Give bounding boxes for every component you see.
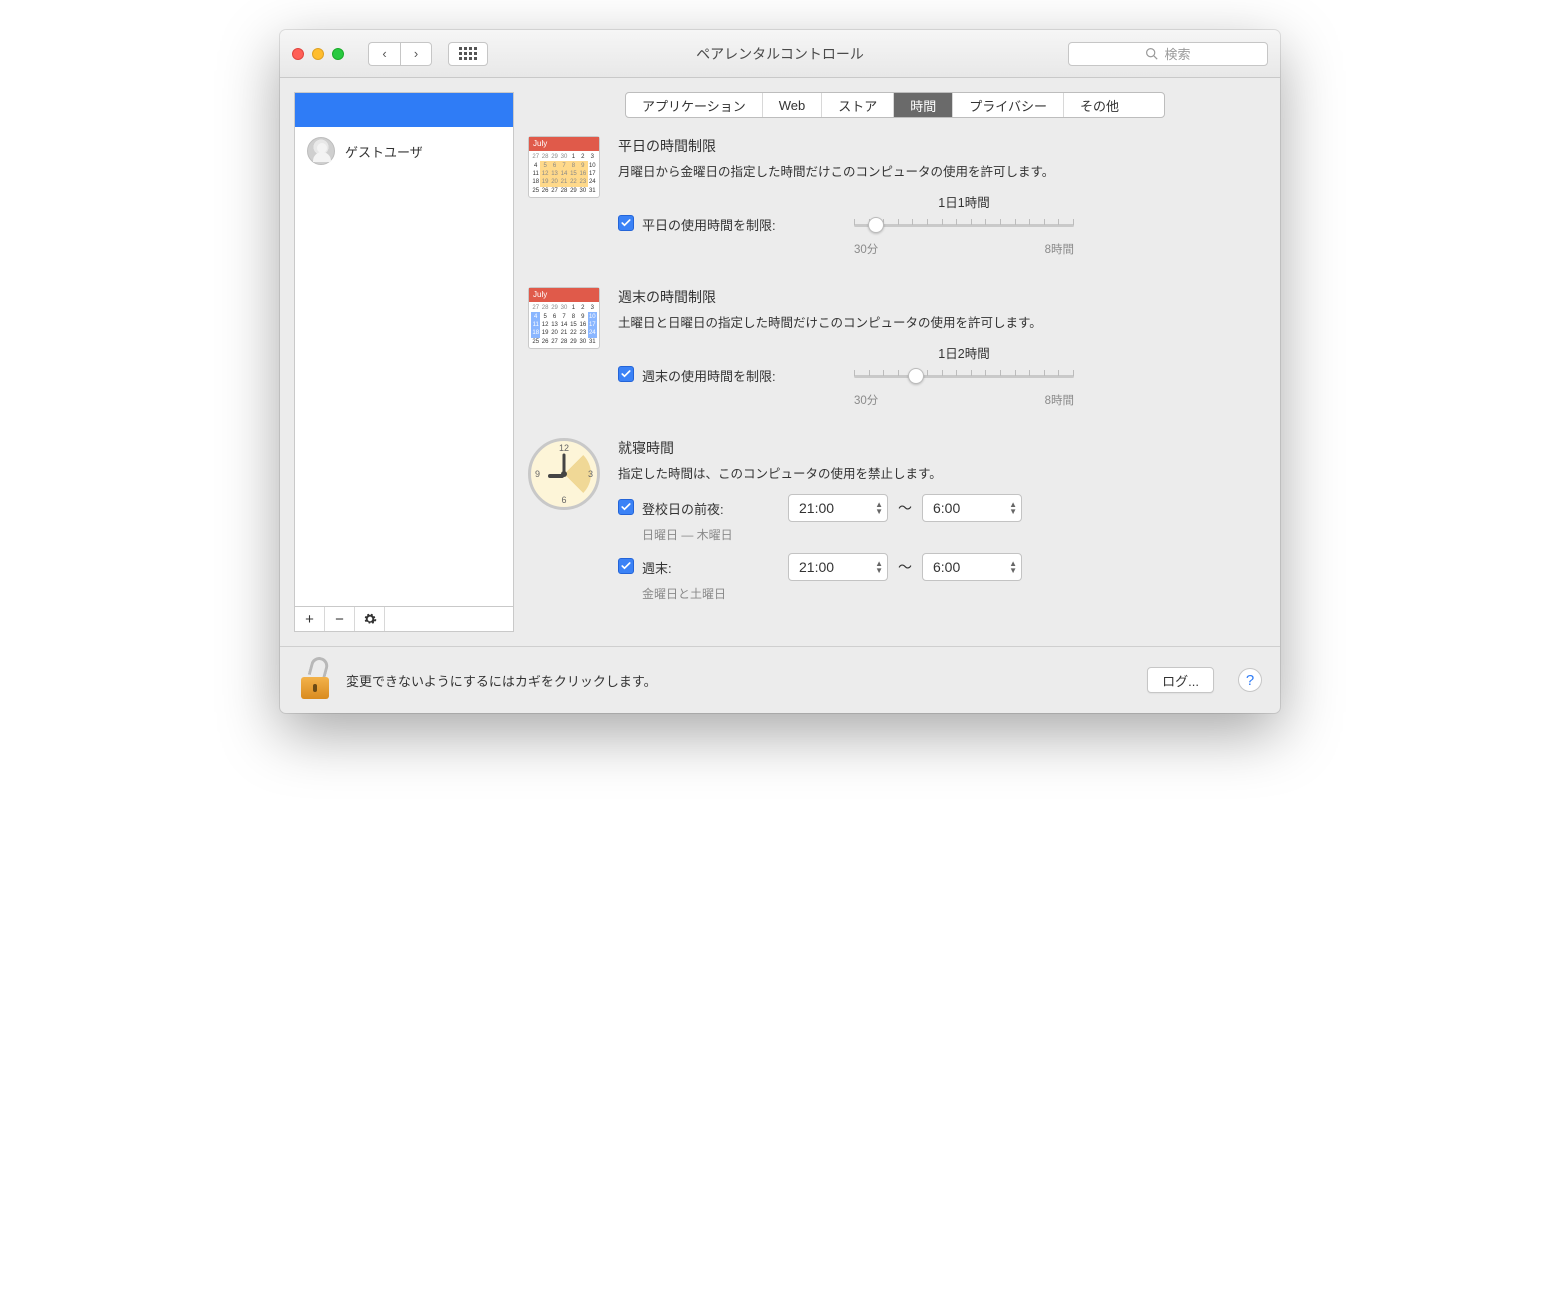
slider-min-label: 30分	[854, 241, 878, 257]
content-pane: アプリケーション Web ストア 時間 プライバシー その他 July 2728…	[514, 78, 1280, 646]
weekend-night-label: 週末:	[642, 558, 672, 577]
weekend-check-label: 週末の使用時間を制限:	[642, 366, 776, 385]
forward-button[interactable]: ›	[400, 42, 432, 66]
sidebar-item-label: ゲストユーザ	[345, 142, 423, 161]
time-separator: 〜	[898, 557, 912, 577]
weekend-limit-checkbox[interactable]	[618, 366, 634, 382]
bedtime-title: 就寝時間	[618, 438, 1262, 458]
titlebar: ‹ › ペアレンタルコントロール 検索	[280, 30, 1280, 78]
school-night-checkbox[interactable]	[618, 499, 634, 515]
close-icon[interactable]	[292, 48, 304, 60]
weekend-title: 週末の時間制限	[618, 287, 1262, 307]
weekend-section: July 27282930123 45678910 11121314151617…	[528, 287, 1262, 408]
time-separator: 〜	[898, 498, 912, 518]
tab-time[interactable]: 時間	[894, 93, 953, 117]
avatar-icon	[307, 137, 335, 165]
weekday-title: 平日の時間制限	[618, 136, 1262, 156]
grid-icon	[459, 47, 477, 60]
stepper-icon[interactable]: ▲▼	[875, 501, 883, 515]
calendar-icon: July 27282930123 45678910 11121314151617…	[528, 287, 600, 349]
tab-bar: アプリケーション Web ストア 時間 プライバシー その他	[625, 92, 1165, 118]
sidebar-toolbar: + −	[295, 606, 513, 632]
weekday-limit-checkbox[interactable]	[618, 215, 634, 231]
weekend-to-input[interactable]: 6:00 ▲▼	[922, 553, 1022, 581]
check-icon	[620, 560, 632, 572]
show-all-button[interactable]	[448, 42, 488, 66]
weekend-from-input[interactable]: 21:00 ▲▼	[788, 553, 888, 581]
add-user-button[interactable]: +	[295, 607, 325, 631]
zoom-icon[interactable]	[332, 48, 344, 60]
bedtime-section: 12 3 6 9 就寝時間 指定した時間は、このコンピュータの使用を禁止します。	[528, 438, 1262, 602]
check-icon	[620, 217, 632, 229]
remove-user-button[interactable]: −	[325, 607, 355, 631]
stepper-icon[interactable]: ▲▼	[1009, 501, 1017, 515]
weekday-slider[interactable]: 1日1時間 30分 8時間	[854, 192, 1074, 257]
search-input[interactable]: 検索	[1068, 42, 1268, 66]
gear-button[interactable]	[355, 607, 385, 631]
gear-icon	[363, 612, 377, 626]
tab-other[interactable]: その他	[1064, 93, 1135, 117]
tab-web[interactable]: Web	[763, 93, 823, 117]
check-icon	[620, 368, 632, 380]
tab-store[interactable]: ストア	[822, 93, 894, 117]
lock-icon[interactable]	[298, 661, 332, 699]
sidebar-item-guest[interactable]: ゲストユーザ	[295, 127, 513, 175]
bedtime-desc: 指定した時間は、このコンピュータの使用を禁止します。	[618, 464, 1262, 484]
weekend-desc: 土曜日と日曜日の指定した時間だけこのコンピュータの使用を許可します。	[618, 313, 1262, 333]
footer: 変更できないようにするにはカギをクリックします。 ログ... ?	[280, 646, 1280, 713]
slider-thumb[interactable]	[868, 217, 884, 233]
slider-min-label: 30分	[854, 392, 878, 408]
minimize-icon[interactable]	[312, 48, 324, 60]
stepper-icon[interactable]: ▲▼	[875, 560, 883, 574]
school-sub-label: 日曜日 — 木曜日	[642, 526, 1262, 543]
log-button[interactable]: ログ...	[1147, 667, 1214, 693]
nav-group: ‹ ›	[368, 42, 432, 66]
weekend-night-checkbox[interactable]	[618, 558, 634, 574]
help-button[interactable]: ?	[1238, 668, 1262, 692]
slider-thumb[interactable]	[908, 368, 924, 384]
search-icon	[1145, 47, 1158, 60]
lock-text: 変更できないようにするにはカギをクリックします。	[346, 671, 657, 690]
school-from-input[interactable]: 21:00 ▲▼	[788, 494, 888, 522]
tab-apps[interactable]: アプリケーション	[626, 93, 763, 117]
back-button[interactable]: ‹	[368, 42, 400, 66]
weekend-slider[interactable]: 1日2時間 30分 8時間	[854, 343, 1074, 408]
traffic-lights	[292, 48, 344, 60]
sidebar-selected-row[interactable]	[295, 93, 513, 127]
clock-icon: 12 3 6 9	[528, 438, 600, 510]
tab-privacy[interactable]: プライバシー	[953, 93, 1064, 117]
weekend-slider-value: 1日2時間	[854, 343, 1074, 362]
weekday-desc: 月曜日から金曜日の指定した時間だけこのコンピュータの使用を許可します。	[618, 162, 1262, 182]
calendar-icon: July 27282930123 45678910 11121314151617…	[528, 136, 600, 198]
slider-max-label: 8時間	[1045, 392, 1074, 408]
search-placeholder: 検索	[1164, 44, 1190, 63]
user-sidebar: ゲストユーザ + −	[294, 92, 514, 632]
school-to-input[interactable]: 6:00 ▲▼	[922, 494, 1022, 522]
weekday-section: July 27282930123 45678910 11121314151617…	[528, 136, 1262, 257]
check-icon	[620, 501, 632, 513]
weekday-check-label: 平日の使用時間を制限:	[642, 215, 776, 234]
slider-max-label: 8時間	[1045, 241, 1074, 257]
weekend-sub-label: 金曜日と土曜日	[642, 585, 1262, 602]
weekday-slider-value: 1日1時間	[854, 192, 1074, 211]
stepper-icon[interactable]: ▲▼	[1009, 560, 1017, 574]
preferences-window: ‹ › ペアレンタルコントロール 検索 ゲストユーザ + −	[280, 30, 1280, 713]
school-night-label: 登校日の前夜:	[642, 499, 724, 518]
